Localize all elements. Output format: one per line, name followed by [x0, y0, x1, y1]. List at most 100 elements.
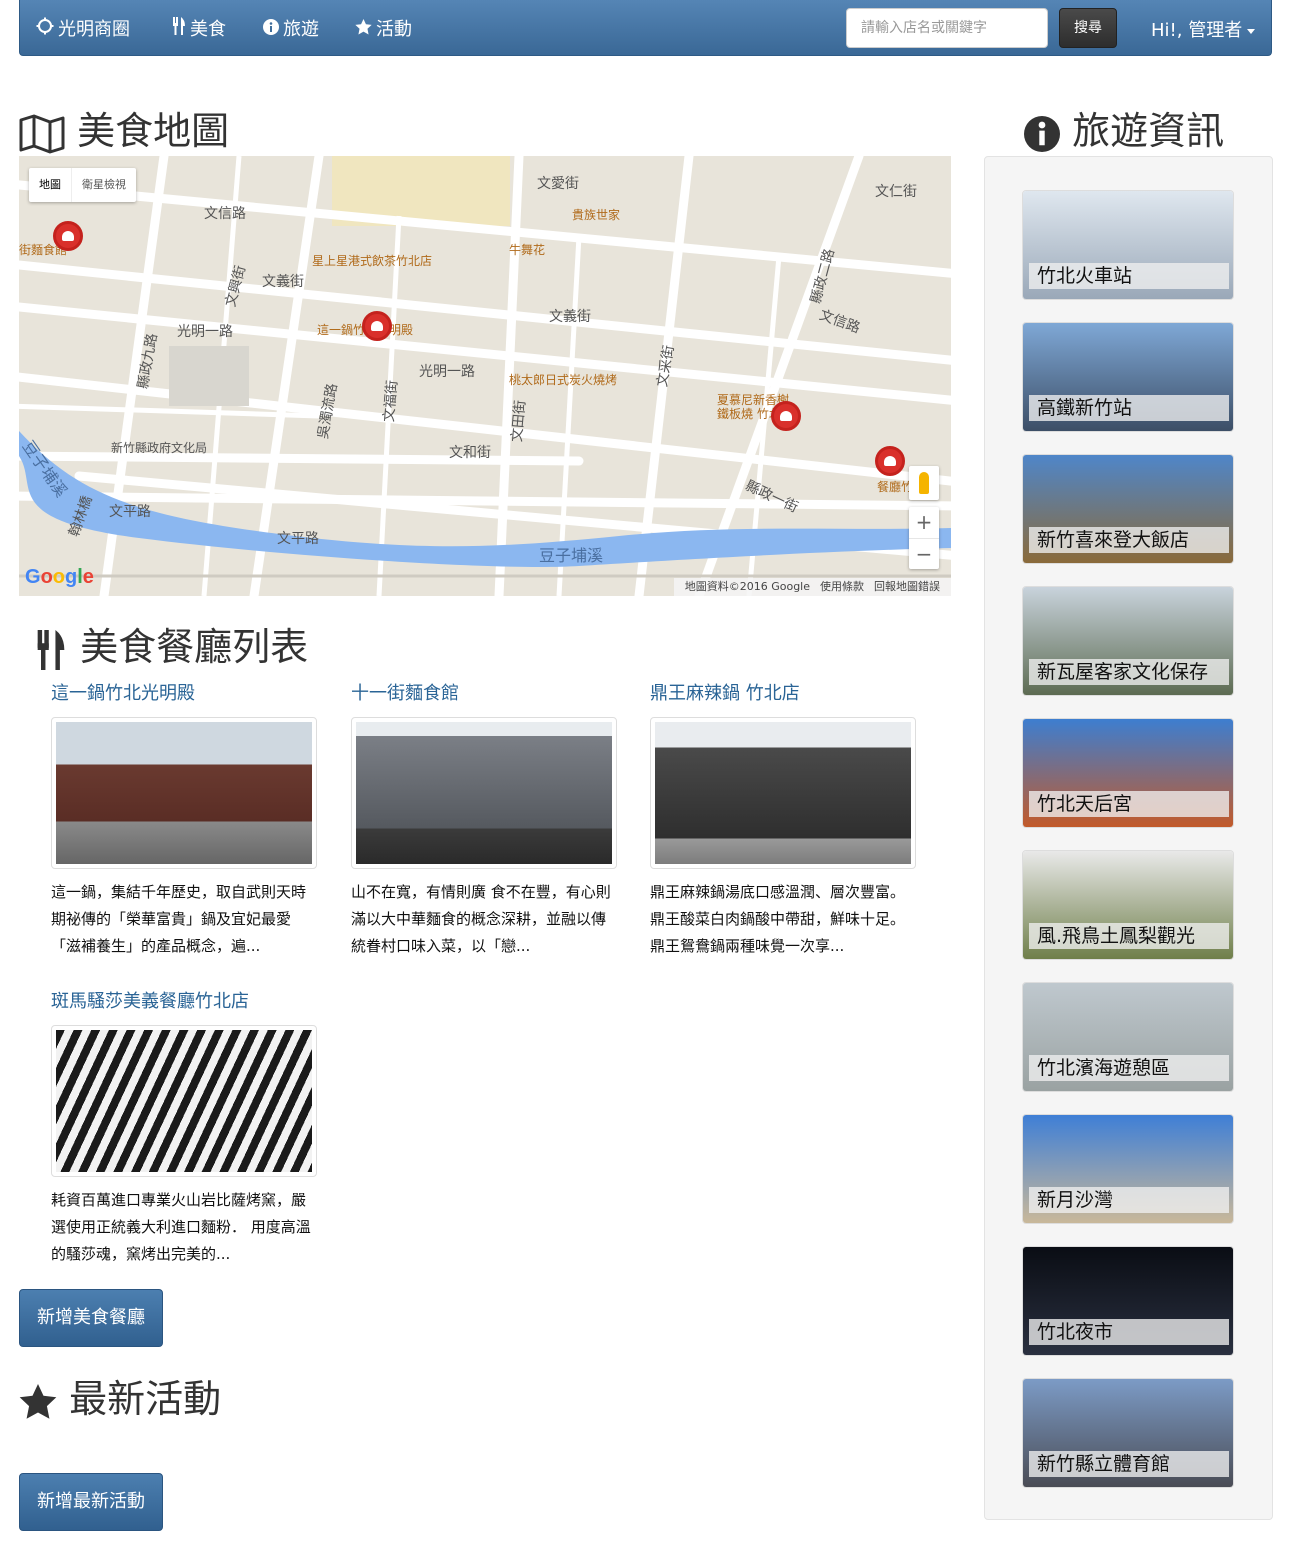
travel-card[interactable]: 竹北火車站: [1022, 190, 1234, 300]
user-menu-dropdown[interactable]: Hi!, 管理者: [1151, 0, 1256, 56]
restaurant-name-link[interactable]: 鼎王麻辣鍋 竹北店: [650, 681, 918, 707]
poi-label: 餐廳竹: [877, 480, 914, 494]
nav-travel[interactable]: 旅遊: [263, 0, 319, 56]
travel-caption: 新竹喜來登大飯店: [1029, 527, 1229, 553]
restaurant-marker[interactable]: [362, 311, 392, 341]
street-label: 文義街: [262, 274, 304, 290]
travel-caption: 新瓦屋客家文化保存: [1029, 659, 1229, 685]
restaurant-name-link[interactable]: 這一鍋竹北光明殿: [51, 681, 319, 707]
restaurant-photo: [356, 722, 612, 864]
travel-caption: 風.飛鳥土鳳梨觀光: [1029, 923, 1229, 949]
map-type-control: 地圖 衛星檢視: [29, 168, 136, 202]
street-label: 文和街: [449, 445, 491, 461]
cutlery-icon: [172, 0, 186, 60]
map-attribution: 地圖資料©2016 Google 使用條款 回報地圖錯誤: [673, 578, 951, 596]
street-label: 文平路: [109, 504, 151, 520]
food-map-title: 美食地圖: [77, 109, 230, 153]
travel-caption: 高鐵新竹站: [1029, 395, 1229, 421]
travel-card[interactable]: 竹北天后宮: [1022, 718, 1234, 828]
info-circle-icon: [263, 0, 279, 60]
street-label: 光明一路: [419, 364, 475, 380]
add-event-button[interactable]: 新增最新活動: [19, 1473, 163, 1531]
restaurant-description: 這一鍋，集結千年歷史，取自武則天時期祕傳的「榮華富貴」鍋及宜妃最愛「滋補養生」的…: [51, 883, 307, 955]
river-label: 豆子埔溪: [539, 546, 604, 565]
restaurant-thumbnail[interactable]: [51, 717, 317, 869]
search-input[interactable]: [846, 8, 1048, 48]
top-navbar: 光明商圈 美食 旅遊 活動 搜尋 Hi!, 管理者: [19, 0, 1272, 56]
brand-link[interactable]: 光明商圈: [36, 0, 130, 56]
report-error-link[interactable]: 回報地圖錯誤: [874, 580, 940, 593]
street-label: 文愛街: [537, 176, 579, 192]
restaurant-description: 山不在寬，有情則廣 食不在豐，有心則滿以大中華麵食的概念深耕，並融以傳統眷村口味…: [351, 883, 611, 955]
gear-icon: [36, 0, 54, 60]
travel-caption: 新月沙灣: [1029, 1187, 1229, 1213]
street-label: 文田街: [509, 399, 529, 443]
street-label: 文福街: [381, 379, 401, 423]
cutlery-icon: [34, 625, 80, 670]
travel-card[interactable]: 新竹縣立體育館: [1022, 1378, 1234, 1488]
travel-card[interactable]: 高鐵新竹站: [1022, 322, 1234, 432]
restaurant-thumbnail[interactable]: [650, 717, 916, 869]
user-greeting: Hi!, 管理者: [1151, 20, 1243, 41]
events-heading: 最新活動: [19, 1368, 221, 1423]
restaurant-description: 耗資百萬進口專業火山岩比薩烤窯，嚴選使用正統義大利進口麵粉． 用度高溫的騷莎魂，…: [51, 1191, 311, 1263]
add-restaurant-button[interactable]: 新增美食餐廳: [19, 1289, 163, 1347]
restaurant-card: 十一街麵食館 山不在寬，有情則廣 食不在豐，有心則滿以大中華麵食的概念深耕，並融…: [351, 681, 619, 960]
search-button[interactable]: 搜尋: [1059, 8, 1117, 48]
restaurant-marker[interactable]: [53, 221, 83, 251]
map-type-map-button[interactable]: 地圖: [29, 168, 71, 202]
poi-label: 新竹縣政府文化局: [111, 441, 208, 455]
street-view-pegman-icon[interactable]: [909, 466, 939, 500]
restaurant-card: 斑馬騷莎美義餐廳竹北店 耗資百萬進口專業火山岩比薩烤窯，嚴選使用正統義大利進口麵…: [51, 989, 319, 1268]
nav-events-label: 活動: [376, 19, 412, 40]
travel-title: 旅遊資訊: [1072, 109, 1225, 153]
travel-caption: 新竹縣立體育館: [1029, 1451, 1229, 1477]
restaurant-thumbnail[interactable]: [351, 717, 617, 869]
nav-events[interactable]: 活動: [355, 0, 412, 56]
travel-caption: 竹北濱海遊憩區: [1029, 1055, 1229, 1081]
restaurant-list-heading: 美食餐廳列表: [34, 616, 308, 671]
restaurant-description: 鼎王麻辣鍋湯底口感溫潤、層次豐富。鼎王酸菜白肉鍋酸中帶甜，鮮味十足。鼎王鴛鴦鍋兩…: [650, 883, 906, 955]
restaurant-photo: [56, 722, 312, 864]
poi-label: 貴族世家: [572, 208, 621, 222]
travel-card[interactable]: 新月沙灣: [1022, 1114, 1234, 1224]
street-label: 文平路: [277, 531, 319, 547]
caret-down-icon: [1247, 28, 1256, 34]
map-data-credit: 地圖資料©2016 Google: [684, 580, 810, 593]
star-icon: [19, 1377, 69, 1421]
zoom-control: + −: [909, 507, 939, 569]
google-logo: Google: [25, 566, 94, 588]
travel-card[interactable]: 新竹喜來登大飯店: [1022, 454, 1234, 564]
restaurant-marker[interactable]: [771, 401, 801, 431]
google-map[interactable]: 地圖 衛星檢視 文信路 文義街 光明一路 文愛街 文仁街 縣政二路 縣政九路 文…: [19, 156, 951, 596]
street-label: 文義街: [549, 309, 591, 325]
terms-link[interactable]: 使用條款: [820, 580, 864, 593]
travel-heading: 旅遊資訊: [1024, 100, 1224, 155]
nav-food-label: 美食: [190, 19, 226, 40]
travel-card[interactable]: 新瓦屋客家文化保存: [1022, 586, 1234, 696]
restaurant-list-title: 美食餐廳列表: [80, 625, 309, 669]
restaurant-photo: [56, 1030, 312, 1172]
restaurant-name-link[interactable]: 十一街麵食館: [351, 681, 619, 707]
zoom-in-button[interactable]: +: [909, 507, 939, 538]
star-icon: [355, 0, 372, 60]
zoom-out-button[interactable]: −: [909, 538, 939, 570]
travel-caption: 竹北夜市: [1029, 1319, 1229, 1345]
poi-label: 桃太郎日式炭火燒烤: [509, 373, 618, 387]
nav-food[interactable]: 美食: [172, 0, 226, 56]
street-label: 文仁街: [875, 184, 917, 200]
travel-card[interactable]: 竹北夜市: [1022, 1246, 1234, 1356]
map-type-satellite-button[interactable]: 衛星檢視: [71, 168, 136, 202]
street-label: 文信路: [204, 206, 246, 222]
map-icon: [19, 109, 77, 153]
nav-travel-label: 旅遊: [283, 19, 319, 40]
restaurant-marker[interactable]: [875, 446, 905, 476]
travel-card[interactable]: 竹北濱海遊憩區: [1022, 982, 1234, 1092]
travel-card[interactable]: 風.飛鳥土鳳梨觀光: [1022, 850, 1234, 960]
events-title: 最新活動: [69, 1377, 222, 1421]
map-canvas: [19, 156, 951, 596]
restaurant-card: 這一鍋竹北光明殿 這一鍋，集結千年歷史，取自武則天時期祕傳的「榮華富貴」鍋及宜妃…: [51, 681, 319, 960]
restaurant-name-link[interactable]: 斑馬騷莎美義餐廳竹北店: [51, 989, 319, 1015]
info-circle-icon: [1024, 109, 1072, 153]
restaurant-thumbnail[interactable]: [51, 1025, 317, 1177]
